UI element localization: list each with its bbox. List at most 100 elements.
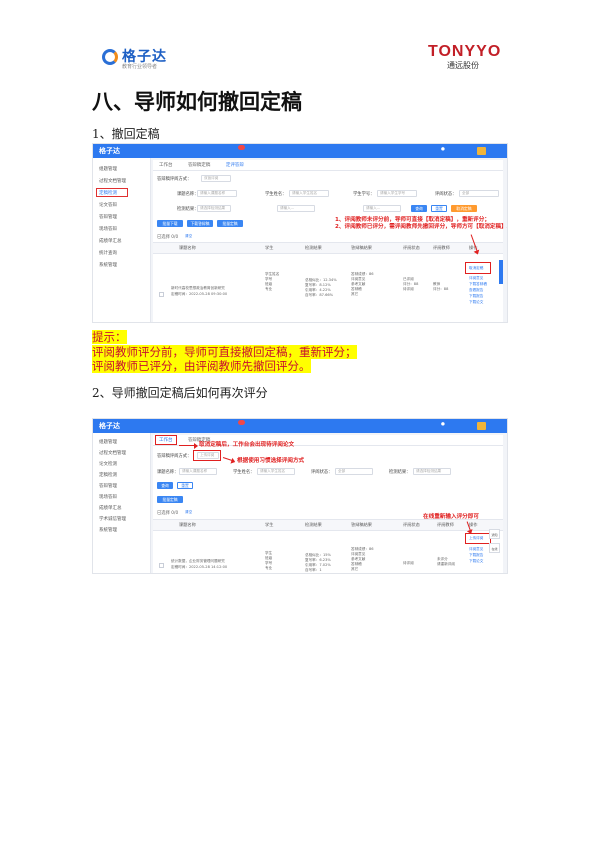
method-label: 答辩稿评阅方式： [157, 454, 192, 459]
batch-final-button[interactable]: 批量定稿 [157, 496, 183, 503]
sno-input[interactable]: 请输入学生学号 [377, 190, 417, 197]
row-check: 自写率：1 [305, 568, 322, 572]
row-checkbox[interactable] [159, 563, 164, 568]
user-menu[interactable]: ● [441, 422, 445, 427]
row-student: 专业 [265, 566, 273, 570]
op-link[interactable]: 下载答辩稿 [469, 282, 487, 287]
row-checkbox[interactable] [159, 292, 164, 297]
row-topic: 新时代高校思想政治教育创新研究 [171, 286, 225, 290]
download-draft-button[interactable]: 下载答辩稿 [187, 220, 213, 227]
sidebar-item[interactable]: 现场答辩 [99, 226, 117, 232]
filter-input[interactable]: 请输入... [363, 205, 401, 212]
tab-workbench[interactable]: 工作台 [159, 163, 173, 168]
result-select[interactable]: 请选择检测结果 [197, 205, 231, 212]
topic-label: 课题名称： [157, 470, 179, 475]
row-status: 待评阅 [403, 287, 414, 291]
sidebar-item[interactable]: 组题管理 [99, 439, 117, 445]
cancel-final-link[interactable]: 取消定稿 [469, 266, 483, 271]
sidebar-item[interactable]: 系统管理 [99, 262, 117, 268]
company-logo-right: TONYYO 通远股份 [428, 44, 500, 72]
col-teacher: 评阅教师 [437, 522, 454, 527]
op-link[interactable]: 评阅意见 [469, 276, 483, 281]
search-button[interactable]: 查询 [157, 482, 173, 489]
tab-review[interactable]: 定评答辩 [226, 163, 244, 168]
filter-input[interactable]: 请输入... [277, 205, 315, 212]
sidebar-item[interactable]: 过程文档管理 [99, 178, 126, 184]
scrollbar[interactable] [499, 260, 503, 284]
op-link[interactable]: 查看报告 [469, 288, 483, 293]
topic-input[interactable]: 请输入课题名称 [179, 468, 217, 475]
selected-count: 已选择 0/0 [157, 511, 179, 516]
row-teacher: 请重新评阅 [437, 562, 455, 566]
row-topic: 统计数据，企业财务管理问题研究 [171, 559, 225, 563]
col-student: 学生 [265, 245, 274, 250]
tab-workbench[interactable]: 工作台 [159, 438, 173, 443]
sidebar-item-final[interactable]: 定稿检测 [99, 190, 117, 196]
reset-button[interactable]: 重置 [177, 482, 193, 489]
sidebar-item[interactable]: 答辩管理 [99, 483, 117, 489]
main-panel: 工作台 答辩稿定稿 取消定稿后，工作台会出现待评阅论文 答辩稿评阅方式： 上传评… [153, 435, 503, 573]
sidebar-item[interactable]: 系统管理 [99, 527, 117, 533]
sidebar-item[interactable]: 定稿检测 [99, 472, 117, 478]
main-panel: 工作台 答辩稿定稿 定评答辩 答辩稿评阅方式： 双盲评阅 课题名称： 请输入课题… [153, 160, 507, 322]
annotation-note-2: 根据使用习惯选择评阅方式 [237, 458, 305, 464]
row-time: 定稿时间：2022-05-28 09:30:00 [171, 292, 228, 296]
batch-final-button[interactable]: 批量定稿 [217, 220, 243, 227]
tips-line-1: 评阅教师评分前，导师可直接撤回定稿，重新评分； [92, 344, 357, 359]
student-input[interactable]: 请输入学生姓名 [257, 468, 295, 475]
op-link[interactable]: 下载报告 [469, 294, 483, 299]
result-select[interactable]: 请选择检测结果 [413, 468, 451, 475]
col-grade: 答辩稿结果 [351, 522, 372, 527]
sidebar-item[interactable]: 现场答辩 [99, 494, 117, 500]
sidebar-item[interactable]: 论文检测 [99, 461, 117, 467]
col-teacher: 评阅教师 [433, 245, 450, 250]
sidebar-item[interactable]: 成绩单汇总 [99, 238, 122, 244]
row-grade: 其它 [351, 567, 359, 571]
user-menu[interactable]: ● [441, 147, 445, 152]
tab-final[interactable]: 答辩稿定稿 [188, 163, 211, 168]
notice-float-button[interactable]: 通知 [489, 529, 500, 539]
upload-review-link[interactable]: 上传评阅 [469, 536, 483, 541]
avatar[interactable] [477, 147, 486, 155]
row-student: 专业 [265, 287, 273, 291]
clear-link[interactable]: 清空 [185, 510, 192, 515]
op-link[interactable]: 下载论文 [469, 300, 483, 305]
student-input[interactable]: 请输入学生姓名 [289, 190, 329, 197]
annotation-note-1: 取消定稿后，工作台会出现待评阅论文 [199, 442, 295, 448]
app-topbar: 格子达 ● [93, 144, 507, 158]
op-link[interactable]: 下载论文 [469, 559, 483, 564]
sidebar-item[interactable]: 论文答辩 [99, 202, 117, 208]
section-heading-2: 2、导师撤回定稿后如何再次评分 [92, 386, 268, 400]
table-header [153, 242, 503, 254]
row-check: 自写率：87.66% [305, 293, 334, 297]
col-student: 学生 [265, 522, 274, 527]
topic-input[interactable]: 请输入课题名称 [197, 190, 237, 197]
divider [153, 170, 503, 171]
sidebar-item[interactable]: 统计查询 [99, 250, 117, 256]
screenshot-withdraw-final: 格子达 ● 组题管理 过程文档管理 定稿检测 论文答辩 答辩管理 现场答辩 成绩… [92, 143, 508, 323]
status-select[interactable]: 全部 [335, 468, 373, 475]
op-link[interactable]: 评阅意见 [469, 547, 483, 552]
sidebar-item[interactable]: 学术诚信管理 [99, 516, 126, 522]
online-float-button[interactable]: 在线 [489, 543, 500, 553]
reset-button[interactable]: 重置 [431, 205, 447, 212]
tab-bar: 工作台 答辩稿定稿 定评答辩 [159, 162, 258, 168]
batch-download-button[interactable]: 批量下载 [157, 220, 183, 227]
sidebar-item[interactable]: 过程文档管理 [99, 450, 126, 456]
sidebar-item[interactable]: 组题管理 [99, 166, 117, 172]
method-select[interactable]: 上传评阅 [197, 452, 219, 459]
status-label: 评阅状态： [311, 470, 333, 475]
sidebar-item[interactable]: 答辩管理 [99, 214, 117, 220]
status-select[interactable]: 全部 [459, 190, 499, 197]
cancel-final-button[interactable]: 取消定稿 [451, 205, 477, 212]
method-select[interactable]: 双盲评阅 [201, 175, 231, 182]
result-label: 检测结果： [177, 207, 199, 212]
col-check: 检测结果 [305, 522, 322, 527]
sidebar-item[interactable]: 成绩单汇总 [99, 505, 122, 511]
op-link[interactable]: 下载报告 [469, 553, 483, 558]
row-status: 待评阅 [403, 561, 414, 565]
clear-link[interactable]: 清空 [185, 234, 192, 239]
app-topbar: 格子达 ● [93, 419, 507, 433]
search-button[interactable]: 查询 [411, 205, 427, 212]
avatar[interactable] [477, 422, 486, 430]
